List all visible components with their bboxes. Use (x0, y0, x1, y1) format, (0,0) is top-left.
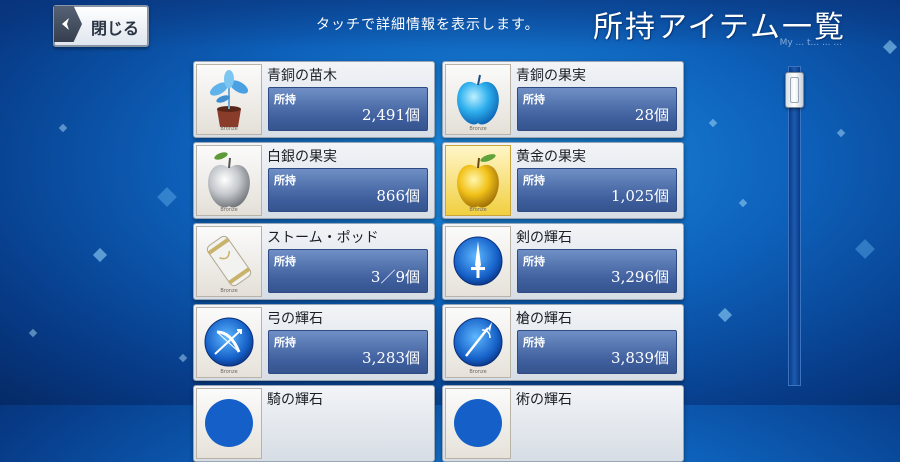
rarity-label: Bronze (220, 288, 238, 294)
blue-apple-icon (457, 74, 499, 125)
owned-count: 3,283個 (362, 349, 420, 367)
owned-count: 3,839個 (611, 349, 669, 367)
background-sparkle (855, 239, 875, 259)
owned-label: 所持 (523, 255, 545, 268)
owned-panel: 所持 2,491個 (268, 87, 428, 131)
background-sparkle (58, 123, 68, 133)
saber-gem-icon (453, 236, 503, 286)
touch-hint: タッチで詳細情報を表示します。 (316, 17, 540, 33)
owned-count: 2,491個 (362, 106, 420, 124)
owned-count: 28個 (634, 106, 669, 124)
background-sparkle (157, 187, 177, 207)
archer-gem-icon (204, 317, 254, 367)
item-thumbnail: Bronze (196, 145, 262, 216)
item-thumbnail: Bronze (196, 64, 262, 135)
rarity-label: Bronze (220, 126, 238, 132)
background-sparkle (836, 128, 846, 138)
rider-gem-icon (205, 399, 253, 447)
silver-apple-icon (208, 152, 250, 208)
item-name: 剣の輝石 (516, 230, 572, 246)
item-card[interactable]: Bronze 白銀の果実 所持 866個 (193, 142, 435, 219)
background-sparkle (92, 247, 108, 263)
item-thumbnail: Bronze (445, 145, 511, 216)
item-thumbnail (196, 388, 262, 459)
owned-panel: 所持 3,839個 (517, 330, 677, 374)
item-name: 槍の輝石 (516, 311, 572, 327)
close-button-label: 閉じる (91, 19, 140, 38)
background-sparkle (738, 198, 748, 208)
item-name: 白銀の果実 (267, 149, 337, 165)
item-card[interactable]: Bronze 黄金の果実 所持 1,025個 (442, 142, 684, 219)
page-subtitle: My ... t... ... ... (779, 38, 842, 48)
item-thumbnail (445, 226, 511, 297)
owned-panel: 所持 28個 (517, 87, 677, 131)
item-card[interactable]: Bronze 青銅の苗木 所持 2,491個 (193, 61, 435, 138)
rarity-label: Bronze (469, 369, 487, 375)
background-sparkle (717, 307, 733, 323)
owned-panel: 所持 3,296個 (517, 249, 677, 293)
rarity-label: Bronze (469, 126, 487, 132)
lancer-gem-icon (453, 317, 503, 367)
rarity-label: Bronze (220, 369, 238, 375)
owned-panel: 所持 3,283個 (268, 330, 428, 374)
owned-label: 所持 (523, 174, 545, 187)
item-name: 青銅の果実 (516, 68, 586, 84)
owned-count: 866個 (376, 187, 420, 205)
item-name: 黄金の果実 (516, 149, 586, 165)
item-name: 術の輝石 (516, 392, 572, 408)
item-card[interactable]: Bronze ストーム・ポッド 所持 3／9個 (193, 223, 435, 300)
item-thumbnail: Bronze (196, 307, 262, 378)
background-sparkle (708, 118, 718, 128)
background-sparkle (178, 353, 188, 363)
item-name: ストーム・ポッド (267, 230, 379, 246)
owned-panel: 所持 866個 (268, 168, 428, 212)
owned-panel: 所持 1,025個 (517, 168, 677, 212)
owned-label: 所持 (523, 336, 545, 349)
owned-label: 所持 (274, 255, 296, 268)
owned-label: 所持 (274, 174, 296, 187)
owned-label: 所持 (274, 336, 296, 349)
background-sparkle (28, 328, 38, 338)
owned-count: 3,296個 (611, 268, 669, 286)
owned-label: 所持 (523, 93, 545, 106)
owned-label: 所持 (274, 93, 296, 106)
item-card[interactable]: Bronze 青銅の果実 所持 28個 (442, 61, 684, 138)
storm-pod-icon (206, 235, 252, 287)
owned-panel: 所持 3／9個 (268, 249, 428, 293)
golden-apple-icon (457, 154, 499, 208)
item-thumbnail: Bronze (196, 226, 262, 297)
item-thumbnail: Bronze (445, 64, 511, 135)
item-card[interactable]: 剣の輝石 所持 3,296個 (442, 223, 684, 300)
item-thumbnail: Bronze (445, 307, 511, 378)
close-button[interactable]: 閉じる (53, 5, 149, 47)
item-name: 騎の輝石 (267, 392, 323, 408)
header-bar: 閉じる タッチで詳細情報を表示します。 所持アイテム一覧 My ... t...… (0, 0, 900, 48)
item-card[interactable]: Bronze 弓の輝石 所持 3,283個 (193, 304, 435, 381)
scrollbar-thumb[interactable] (785, 72, 804, 108)
chevron-left-icon (54, 6, 82, 42)
item-name: 青銅の苗木 (267, 68, 337, 84)
item-thumbnail (445, 388, 511, 459)
owned-count: 1,025個 (611, 187, 669, 205)
sapling-icon (209, 70, 249, 127)
rarity-label: Bronze (469, 207, 487, 213)
item-name: 弓の輝石 (267, 311, 323, 327)
scrollbar-track[interactable] (788, 66, 801, 386)
caster-gem-icon (454, 399, 502, 447)
item-card[interactable]: 騎の輝石 (193, 385, 435, 462)
item-card[interactable]: 術の輝石 (442, 385, 684, 462)
owned-count: 3／9個 (370, 268, 420, 286)
rarity-label: Bronze (220, 207, 238, 213)
item-card[interactable]: Bronze 槍の輝石 所持 3,839個 (442, 304, 684, 381)
